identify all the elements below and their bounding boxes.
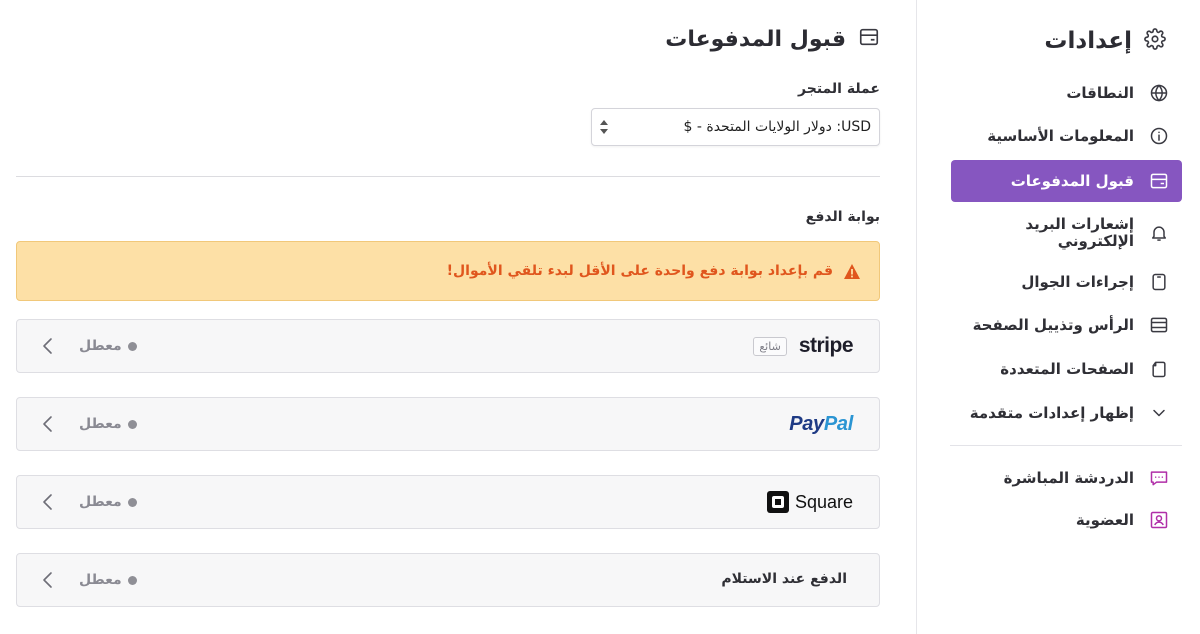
sidebar-item-label: الصفحات المتعددة — [1000, 359, 1134, 378]
member-icon — [1148, 509, 1170, 531]
gateway-name: stripe شائع — [753, 334, 854, 358]
gateway-row-stripe[interactable]: stripe شائع معطل — [16, 319, 880, 373]
sidebar-title-text: إعدادات — [1044, 28, 1132, 54]
currency-select-value: USD: دولار الولايات المتحدة - $ — [683, 119, 872, 135]
square-logo-icon — [766, 491, 789, 513]
paypal-logo: PayPal — [789, 413, 853, 435]
info-icon — [1148, 125, 1170, 147]
chat-icon — [1148, 467, 1170, 489]
sidebar-item-label: قبول المدفوعات — [1010, 171, 1134, 190]
mobile-icon — [1148, 271, 1170, 293]
sidebar-item-label: إجراءات الجوال — [1021, 272, 1134, 291]
gateway-row-cash-on-delivery[interactable]: الدفع عند الاستلام معطل — [16, 553, 880, 607]
sidebar-item-domains[interactable]: النطاقات — [951, 81, 1182, 105]
payment-gateway-label: بوابة الدفع — [805, 209, 880, 225]
section-divider — [16, 176, 880, 177]
currency-select[interactable]: USD: دولار الولايات المتحدة - $ — [591, 108, 880, 146]
status-dot-icon — [127, 575, 137, 585]
main-panel: قبول المدفوعات عملة المتجر USD: دولار ال… — [0, 0, 916, 634]
gateway-status-text: معطل — [79, 494, 122, 510]
gateway-name: PayPal — [789, 413, 853, 436]
status-dot-icon — [127, 341, 137, 351]
gateway-status: معطل — [79, 416, 137, 432]
chevron-left-icon — [41, 571, 55, 589]
card-icon — [1148, 170, 1170, 192]
sidebar-item-label: إشعارات البريد الإلكتروني — [1025, 215, 1134, 250]
sidebar-item-multiple-pages[interactable]: الصفحات المتعددة — [951, 357, 1182, 381]
gateway-status-text: معطل — [79, 416, 122, 432]
gear-icon — [1144, 28, 1166, 54]
sidebar-item-label: الرأس وتذييل الصفحة — [972, 315, 1134, 334]
warning-alert-text: قم بإعداد بوابة دفع واحدة على الأقل لبدء… — [446, 263, 833, 279]
sidebar-item-mobile-actions[interactable]: إجراءات الجوال — [951, 270, 1182, 294]
layout-icon — [1148, 314, 1170, 336]
bell-icon — [1148, 222, 1170, 244]
currency-label: عملة المتجر — [798, 81, 880, 97]
warning-alert: قم بإعداد بوابة دفع واحدة على الأقل لبدء… — [16, 241, 880, 301]
gateway-row-square[interactable]: Square معطل — [16, 475, 880, 529]
sidebar-item-label: المعلومات الأساسية — [987, 126, 1134, 145]
chevron-left-icon — [41, 415, 55, 433]
chevron-down-icon — [1148, 402, 1170, 424]
gateway-status: معطل — [79, 572, 137, 588]
sidebar-item-label: الدردشة المباشرة — [1003, 468, 1134, 487]
sidebar-title: إعدادات — [1044, 24, 1166, 58]
square-logo: Square — [766, 491, 853, 513]
status-dot-icon — [127, 497, 137, 507]
warning-icon — [843, 263, 861, 280]
stripe-logo: stripe — [798, 334, 854, 357]
sidebar-item-label: النطاقات — [1066, 83, 1134, 102]
gateway-row-paypal[interactable]: PayPal معطل — [16, 397, 880, 451]
sidebar-item-email-notifications[interactable]: إشعارات البريد الإلكتروني — [951, 215, 1182, 251]
gateway-status: معطل — [79, 338, 137, 354]
sidebar-item-header-footer[interactable]: الرأس وتذييل الصفحة — [951, 313, 1182, 337]
page-title: قبول المدفوعات — [665, 26, 880, 52]
sidebar-item-live-chat[interactable]: الدردشة المباشرة — [951, 466, 1182, 490]
card-icon — [858, 26, 880, 52]
sidebar-item-accept-payments[interactable]: قبول المدفوعات — [951, 160, 1182, 202]
chevron-left-icon — [41, 337, 55, 355]
sidebar-item-label: العضوية — [1075, 510, 1134, 529]
chevron-left-icon — [41, 493, 55, 511]
settings-sidebar: إعدادات النطاقات المعلومات الأساسية قبول… — [916, 0, 1200, 634]
gateway-status: معطل — [79, 494, 137, 510]
pages-icon — [1148, 358, 1170, 380]
globe-icon — [1148, 82, 1170, 104]
cash-on-delivery-label: الدفع عند الاستلام — [721, 571, 847, 587]
select-arrows-icon — [599, 117, 609, 137]
sidebar-item-basic-info[interactable]: المعلومات الأساسية — [951, 124, 1182, 148]
page-title-text: قبول المدفوعات — [665, 26, 846, 52]
status-dot-icon — [127, 419, 137, 429]
sidebar-divider — [950, 445, 1182, 446]
sidebar-item-label: إظهار إعدادات متقدمة — [969, 403, 1134, 422]
gateway-status-text: معطل — [79, 572, 122, 588]
popular-badge: شائع — [753, 336, 787, 356]
sidebar-item-show-advanced[interactable]: إظهار إعدادات متقدمة — [951, 401, 1182, 425]
gateway-name: Square — [766, 491, 853, 513]
gateway-status-text: معطل — [79, 338, 122, 354]
gateway-name: الدفع عند الاستلام — [721, 571, 847, 587]
sidebar-item-membership[interactable]: العضوية — [951, 508, 1182, 532]
